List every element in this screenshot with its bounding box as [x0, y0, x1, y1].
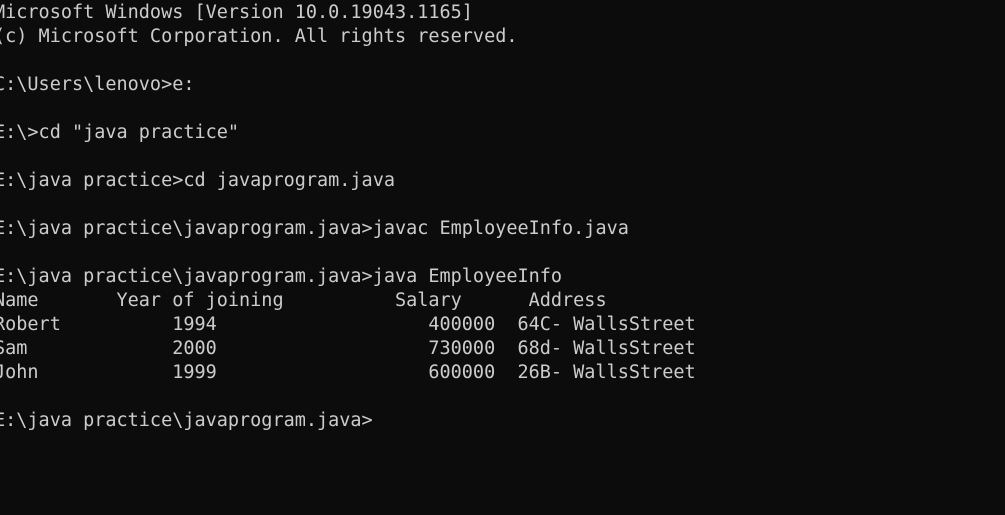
terminal-line-current-prompt[interactable]: E:\java practice\javaprogram.java>: [0, 409, 696, 433]
terminal-line-table-row-sam: Sam 2000 730000 68d- WallsStreet: [0, 338, 696, 359]
terminal-line-command-javac: E:\java practice\javaprogram.java>javac …: [0, 218, 629, 239]
terminal-line-command-java-run: E:\java practice\javaprogram.java>java E…: [0, 266, 563, 287]
terminal-line-command-drive-change: C:\Users\lenovo>e:: [0, 74, 195, 95]
terminal-line-command-cd-java-practice: E:\>cd "java practice": [0, 122, 240, 143]
terminal-line-header-copyright: (c) Microsoft Corporation. All rights re…: [0, 26, 518, 47]
terminal-output[interactable]: Microsoft Windows [Version 10.0.19043.11…: [0, 1, 696, 433]
terminal-line-table-header: Name Year of joining Salary Address: [0, 290, 607, 311]
terminal-line-header-version: Microsoft Windows [Version 10.0.19043.11…: [0, 2, 473, 23]
terminal-line-table-row-john: John 1999 600000 26B- WallsStreet: [0, 362, 696, 383]
terminal-line-command-cd-javaprogram: E:\java practice>cd javaprogram.java: [0, 170, 395, 191]
command-prompt-console[interactable]: Microsoft Windows [Version 10.0.19043.11…: [0, 0, 1005, 515]
terminal-line-table-row-robert: Robert 1994 400000 64C- WallsStreet: [0, 314, 696, 335]
